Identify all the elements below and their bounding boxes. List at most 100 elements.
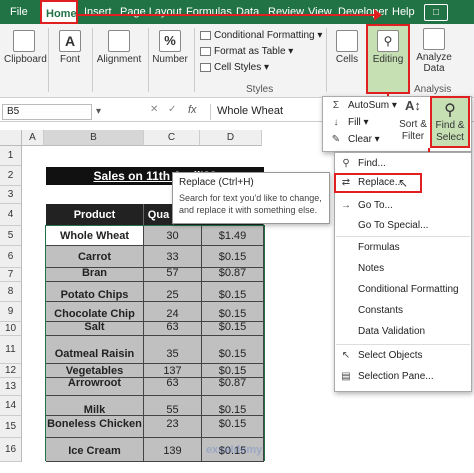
quantity-cell[interactable]: 33 [144, 246, 202, 268]
product-cell[interactable]: Chocolate Chip [46, 302, 144, 322]
row-header[interactable]: 2 [0, 166, 22, 186]
menu-find[interactable]: ⚲ Find... [340, 156, 385, 172]
row-header[interactable]: 7 [0, 268, 22, 282]
cell-styles-button[interactable]: Cell Styles ▾ [200, 62, 269, 73]
product-cell[interactable]: Vegetables [46, 364, 144, 378]
product-cell[interactable]: Potato Chips [46, 282, 144, 302]
product-cell[interactable]: Milk [46, 396, 144, 416]
cancel-icon[interactable]: ✕ [150, 104, 158, 115]
editing-group-button[interactable]: ⚲ Editing [366, 24, 410, 94]
tab-file[interactable]: File [6, 0, 32, 24]
product-cell[interactable]: Oatmeal Raisin [46, 336, 144, 364]
fill-button[interactable]: ↓ Fill ▾ [330, 117, 369, 128]
row-header[interactable]: 11 [0, 336, 22, 364]
analyze-data-button[interactable]: Analyze Data [414, 28, 454, 74]
quantity-cell[interactable]: 55 [144, 396, 202, 416]
row-header[interactable]: 9 [0, 302, 22, 322]
formula-input[interactable]: Whole Wheat [210, 104, 330, 120]
row-header[interactable]: 15 [0, 416, 22, 438]
quantity-cell[interactable]: 35 [144, 336, 202, 364]
row-header[interactable]: 12 [0, 364, 22, 378]
product-cell[interactable]: Carrot [46, 246, 144, 268]
menu-go-to[interactable]: → Go To... [340, 198, 393, 214]
menu-selection-pane[interactable]: ▤ Selection Pane... [340, 369, 433, 385]
row-header[interactable]: 1 [0, 146, 22, 166]
price-cell[interactable]: $0.15 [202, 302, 264, 322]
menu-go-to-special[interactable]: Go To Special... [340, 218, 428, 234]
function-icon[interactable]: fx [188, 104, 197, 116]
column-header[interactable]: C [144, 130, 200, 146]
name-box-dropdown-icon[interactable]: ▾ [96, 106, 101, 117]
price-cell[interactable]: $0.87 [202, 378, 264, 396]
tab-insert[interactable]: Insert [80, 0, 116, 24]
menu-constants[interactable]: Constants [340, 303, 403, 319]
product-cell[interactable]: Arrowroot [46, 378, 144, 396]
product-cell[interactable]: Salt [46, 322, 144, 336]
select-all-corner[interactable] [0, 130, 22, 146]
quantity-cell[interactable]: 24 [144, 302, 202, 322]
tab-review[interactable]: Review [264, 0, 308, 24]
price-cell[interactable]: $0.15 [202, 322, 264, 336]
alignment-group[interactable]: Alignment [94, 30, 144, 65]
column-header[interactable]: D [200, 130, 262, 146]
font-group[interactable]: A Font [52, 30, 88, 65]
format-as-table-button[interactable]: Format as Table ▾ [200, 46, 293, 57]
header-quantity[interactable]: Qua [144, 204, 174, 226]
conditional-formatting-button[interactable]: Conditional Formatting ▾ [200, 30, 322, 41]
row-header[interactable]: 10 [0, 322, 22, 336]
quantity-cell[interactable]: 63 [144, 322, 202, 336]
row-header[interactable]: 6 [0, 246, 22, 268]
row-header[interactable]: 3 [0, 186, 22, 204]
number-group[interactable]: % Number [150, 30, 190, 65]
price-cell[interactable]: $0.15 [202, 416, 264, 438]
quantity-cell[interactable]: 63 [144, 378, 202, 396]
column-header[interactable]: B [44, 130, 144, 146]
quantity-cell[interactable]: 139 [144, 438, 202, 462]
price-cell[interactable]: $1.49 [202, 226, 264, 246]
menu-replace[interactable]: ⇄ Replace... [334, 173, 422, 193]
menu-conditional-formatting[interactable]: Conditional Formatting [340, 282, 459, 298]
tab-view[interactable]: View [304, 0, 336, 24]
product-cell[interactable]: Ice Cream [46, 438, 144, 462]
quantity-cell[interactable]: 137 [144, 364, 202, 378]
price-cell[interactable]: $0.87 [202, 268, 264, 282]
clear-button[interactable]: ✎ Clear ▾ [330, 134, 380, 145]
quantity-cell[interactable]: 25 [144, 282, 202, 302]
row-header[interactable]: 13 [0, 378, 22, 396]
product-cell[interactable]: Boneless Chicken [46, 416, 144, 438]
price-cell[interactable]: $0.15 [202, 396, 264, 416]
tab-home[interactable]: Home [40, 0, 78, 24]
column-header[interactable]: A [22, 130, 44, 146]
row-header[interactable]: 16 [0, 438, 22, 462]
price-cell[interactable]: $0.15 [202, 246, 264, 268]
quantity-cell[interactable]: 23 [144, 416, 202, 438]
quantity-cell[interactable]: 30 [144, 226, 202, 246]
row-header[interactable]: 8 [0, 282, 22, 302]
quantity-cell[interactable]: 57 [144, 268, 202, 282]
comment-button[interactable]: □ [424, 4, 448, 21]
price-cell[interactable]: $0.15 [202, 336, 264, 364]
find-select-button[interactable]: ⚲ Find & Select [430, 96, 470, 148]
menu-formulas[interactable]: Formulas [340, 240, 400, 256]
price-cell[interactable]: $0.15 [202, 282, 264, 302]
row-header[interactable]: 4 [0, 204, 22, 226]
product-cell[interactable]: Whole Wheat [46, 226, 144, 246]
tab-formulas[interactable]: Formulas [182, 0, 236, 24]
tab-help[interactable]: Help [388, 0, 419, 24]
tab-developer[interactable]: Developer [334, 0, 392, 24]
sort-filter-button[interactable]: A↕ Sort & Filter [396, 98, 430, 143]
menu-data-validation[interactable]: Data Validation [340, 324, 425, 340]
row-header[interactable]: 14 [0, 396, 22, 416]
autosum-button[interactable]: Σ AutoSum ▾ [330, 100, 397, 111]
tab-data[interactable]: Data [232, 0, 263, 24]
header-product[interactable]: Product [46, 204, 144, 226]
enter-icon[interactable]: ✓ [168, 104, 176, 115]
tab-page-layout[interactable]: Page Layout [116, 0, 186, 24]
name-box[interactable]: B5 [2, 104, 92, 120]
price-cell[interactable]: $0.15 [202, 364, 264, 378]
cells-group[interactable]: Cells [330, 30, 364, 65]
menu-select-objects[interactable]: ↖ Select Objects [340, 348, 423, 364]
row-header[interactable]: 5 [0, 226, 22, 246]
product-cell[interactable]: Bran [46, 268, 144, 282]
clipboard-group[interactable]: Clipboard [4, 30, 47, 65]
